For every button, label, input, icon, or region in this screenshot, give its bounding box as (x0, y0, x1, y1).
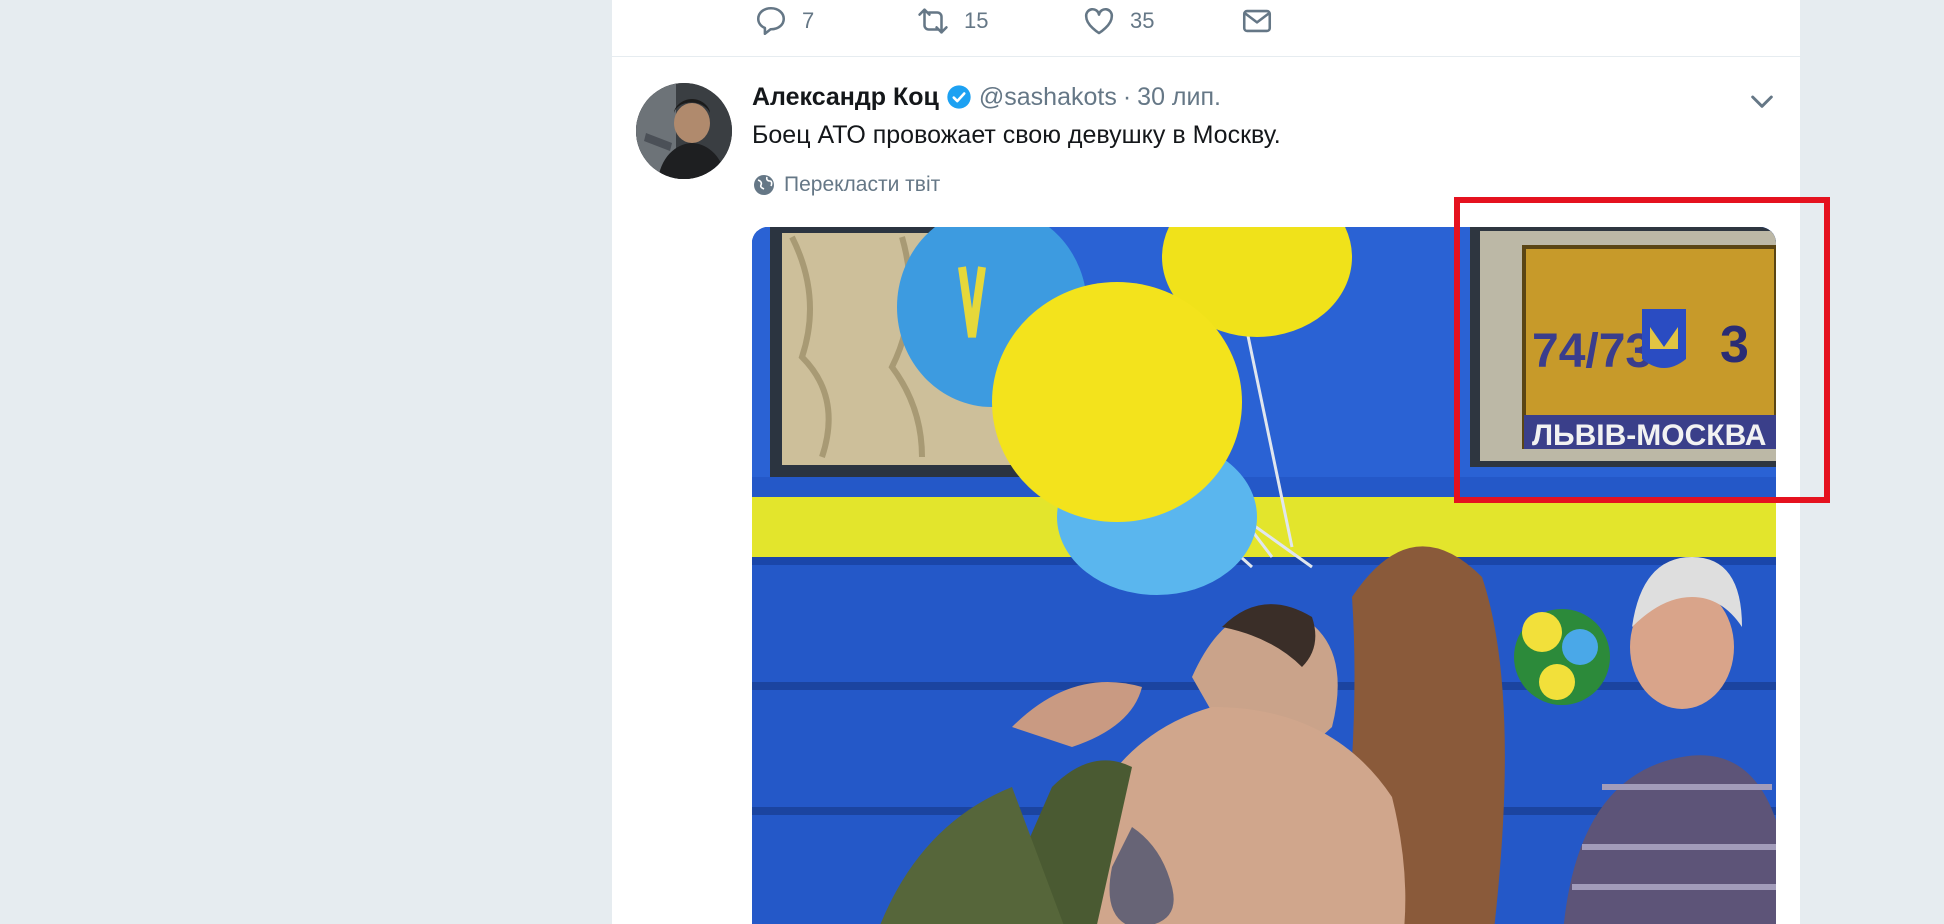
direct-message-button[interactable] (1240, 6, 1288, 36)
reply-icon (756, 6, 786, 36)
chevron-down-icon[interactable] (1746, 85, 1778, 117)
globe-icon (754, 175, 774, 195)
like-count: 35 (1130, 8, 1155, 33)
tweet-date[interactable]: 30 лип. (1137, 83, 1221, 112)
verified-badge-icon (947, 85, 971, 109)
retweet-count: 15 (964, 8, 989, 33)
like-button[interactable]: 35 (1082, 6, 1154, 36)
author-name[interactable]: Александр Коц (752, 83, 939, 112)
tweet-text: Боец АТО провожает свою девушку в Москву… (752, 121, 1281, 149)
avatar[interactable] (636, 83, 732, 179)
translate-link[interactable]: Перекласти твіт (752, 173, 940, 197)
reply-count: 7 (802, 8, 815, 33)
author-handle[interactable]: @sashakots (979, 83, 1117, 112)
separator-dot: · (1122, 82, 1132, 111)
direct-message-icon (1242, 9, 1272, 33)
like-icon (1084, 8, 1114, 35)
highlight-box (1454, 197, 1830, 503)
translate-label: Перекласти твіт (784, 173, 941, 196)
previous-tweet-actions: 7 15 35 (612, 0, 1800, 57)
tweet-header: Александр Коц @sashakots · 30 лип. (752, 79, 1221, 115)
retweet-button[interactable]: 15 (916, 6, 988, 36)
reply-button[interactable]: 7 (754, 6, 814, 36)
avatar-image (636, 83, 732, 179)
retweet-icon (918, 8, 948, 34)
